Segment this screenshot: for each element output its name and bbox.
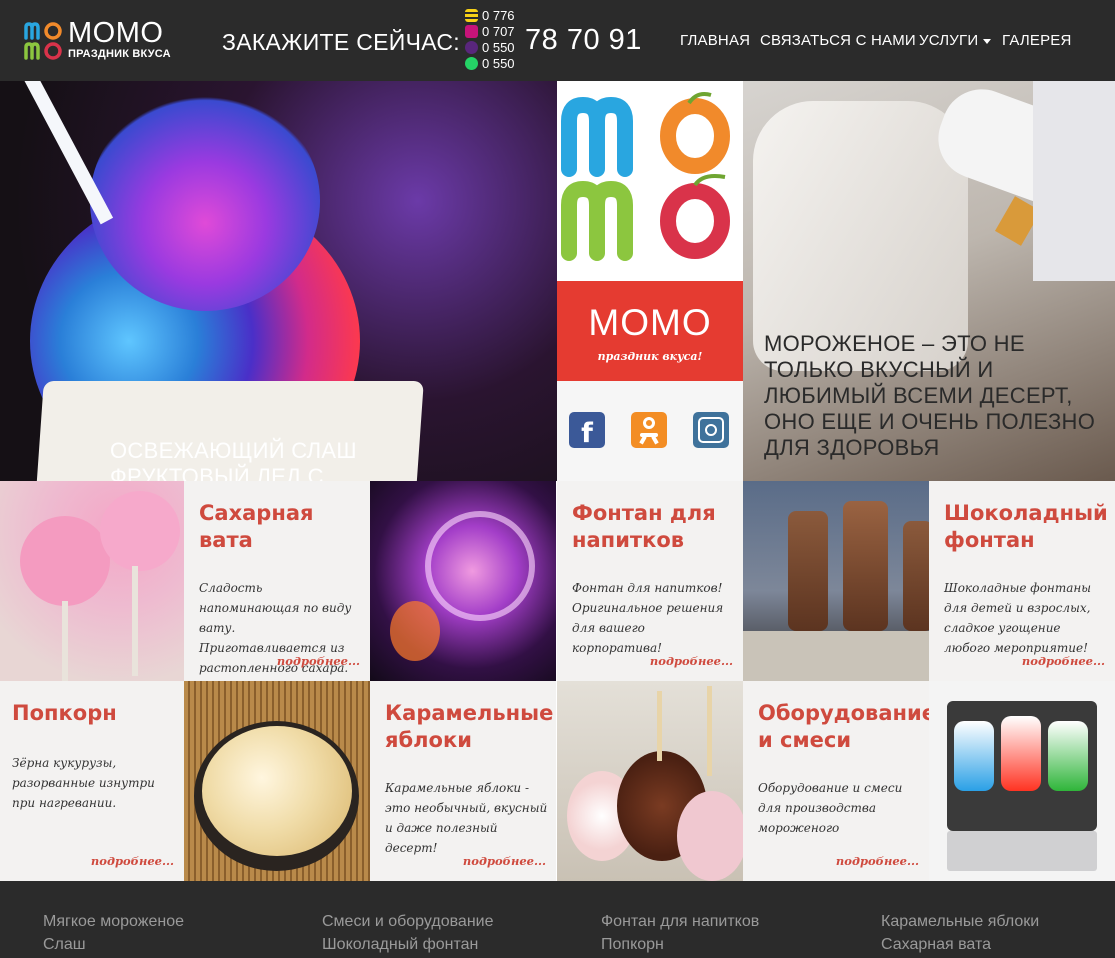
service-title[interactable]: Оборудование и смеси [758,700,936,754]
center-brand-name: МОМО [588,302,712,343]
momo-logo-icon[interactable] [24,22,64,60]
service-description: Оборудование и смеси для производства мо… [758,781,903,835]
hero-icecream-panel[interactable]: МОРОЖЕНОЕ – ЭТО НЕ ТОЛЬКО ВКУСНЫЙ И ЛЮБИ… [743,81,1115,481]
megacom-icon [465,25,478,38]
service-title[interactable]: Шоколадный фонтан [944,500,1109,554]
more-link[interactable]: подробнее... [463,854,546,868]
viber-icon [465,41,478,54]
service-tile-chocolate-fountain[interactable]: Шоколадный фонтан Шоколадные фонтаны для… [929,481,1115,681]
service-tile-cotton-candy[interactable]: Сахарная вата Сладость напоминающая по в… [184,481,370,681]
facebook-icon[interactable]: f [569,412,605,449]
phone-prefix-viber[interactable]: 0 550 [465,40,515,55]
footer-link[interactable]: Фонтан для напитков [601,913,759,931]
footer-link[interactable]: Шоколадный фонтан [322,936,478,954]
nav-gallery[interactable]: ГАЛЕРЕЯ [1002,32,1072,49]
drinks-fountain-image[interactable] [370,481,556,681]
service-title[interactable]: Сахарная вата [199,500,364,554]
chocolate-fountain-image[interactable] [743,481,929,681]
odnoklassniki-icon[interactable] [631,412,667,448]
hero-slush-panel[interactable]: ОСВЕЖАЮЩИЙ СЛАШ ФРУКТОВЫЙ ЛЕД С НАТУРАЛЬ… [0,81,557,481]
more-link[interactable]: подробнее... [91,854,174,868]
nav-services[interactable]: УСЛУГИ [919,32,992,49]
phone-prefix-label: 0 776 [482,8,515,23]
straw [20,81,114,225]
service-tile-drinks-fountain[interactable]: Фонтан для напитков Фонтан для напитков!… [557,481,743,681]
phone-prefix-label: 0 550 [482,56,515,71]
service-title[interactable]: Попкорн [12,700,177,727]
footer-link[interactable]: Мягкое мороженое [43,913,184,931]
service-description: Зёрна кукурузы, разорванные изнутри при … [12,756,155,810]
brand-subtitle: ПРАЗДНИК ВКУСА [68,48,171,60]
chef-sleeve-image [1033,81,1115,281]
popcorn-image[interactable] [184,681,370,881]
phone-prefix-label: 0 550 [482,40,515,55]
page: МОМО ПРАЗДНИК ВКУСА ЗАКАЖИТЕ СЕЙЧАС: 0 7… [0,0,1115,958]
order-now-label: ЗАКАЖИТЕ СЕЙЧАС: [222,29,460,55]
phone-prefix-whatsapp[interactable]: 0 550 [465,56,515,71]
nav-home[interactable]: ГЛАВНАЯ [680,32,750,49]
service-title[interactable]: Фонтан для напитков [572,500,737,554]
phone-prefix-megacom[interactable]: 0 707 [465,24,515,39]
caramel-apples-image[interactable] [557,681,743,881]
service-tile-equipment[interactable]: Оборудование и смеси Оборудование и смес… [743,681,936,881]
service-description: Фонтан для напитков! Оригинальное решени… [572,581,724,655]
more-link[interactable]: подробнее... [1022,654,1105,668]
service-description: Карамельные яблоки - это необычный, вкус… [385,781,548,855]
slush-machine-image[interactable] [929,681,1115,881]
site-footer: Мягкое мороженое Слаш Смеси и оборудован… [0,881,1115,958]
service-description: Шоколадные фонтаны для детей и взрослых,… [944,581,1092,655]
beeline-icon [465,9,478,22]
footer-link[interactable]: Смеси и оборудование [322,913,494,931]
nav-contact[interactable]: СВЯЗАТЬСЯ С НАМИ [760,32,916,49]
phone-prefix-beeline[interactable]: 0 776 [465,8,515,23]
footer-link[interactable]: Сахарная вата [881,936,991,954]
more-link[interactable]: подробнее... [836,854,919,868]
hero-right-caption: МОРОЖЕНОЕ – ЭТО НЕ ТОЛЬКО ВКУСНЫЙ И ЛЮБИ… [764,331,1096,460]
center-brand-tagline: праздник вкуса! [597,350,703,363]
footer-link[interactable]: Карамельные яблоки [881,913,1039,931]
service-title[interactable]: Карамельные яблоки [385,700,553,754]
chevron-down-icon [983,38,992,44]
phone-number[interactable]: 78 70 91 [525,24,642,57]
more-link[interactable]: подробнее... [277,654,360,668]
instagram-icon[interactable] [693,412,729,448]
whatsapp-icon [465,57,478,70]
center-brand-block[interactable]: МОМО праздник вкуса! [557,281,743,381]
service-tile-caramel-apples[interactable]: Карамельные яблоки Карамельные яблоки - … [370,681,556,881]
site-header: МОМО ПРАЗДНИК ВКУСА ЗАКАЖИТЕ СЕЙЧАС: 0 7… [0,0,1115,81]
hero-left-caption: ОСВЕЖАЮЩИЙ СЛАШ ФРУКТОВЫЙ ЛЕД С НАТУРАЛЬ… [110,438,357,481]
nav-services-label: УСЛУГИ [919,32,979,49]
more-link[interactable]: подробнее... [650,654,733,668]
momo-big-logo-icon [561,92,730,261]
center-logo-panel [557,81,743,281]
service-tile-popcorn[interactable]: Попкорн Зёрна кукурузы, разорванные изну… [0,681,184,881]
phone-prefix-label: 0 707 [482,24,515,39]
slush-top-image [90,91,320,311]
footer-link[interactable]: Слаш [43,936,86,954]
footer-link[interactable]: Попкорн [601,936,664,954]
brand-name[interactable]: МОМО [68,19,163,48]
cotton-candy-image[interactable] [0,481,184,681]
social-links: f [557,381,743,481]
